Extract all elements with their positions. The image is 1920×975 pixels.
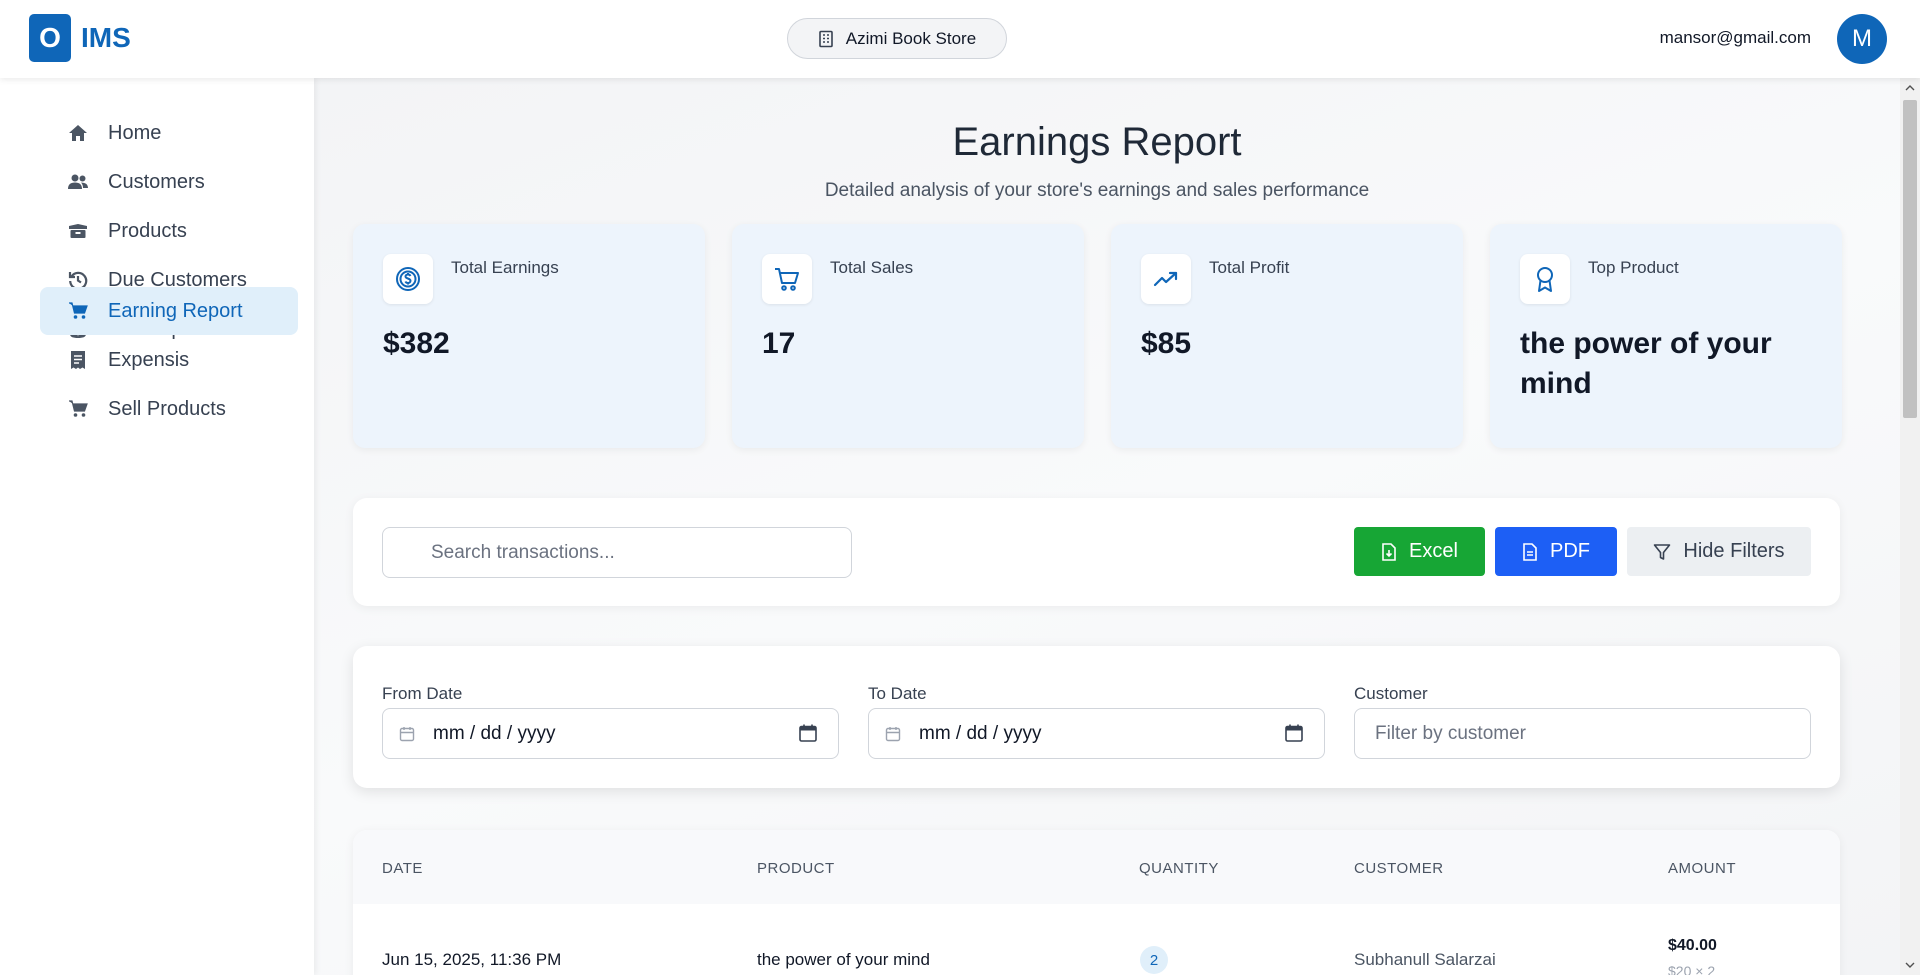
page-subtitle: Detailed analysis of your store's earnin… [824,180,1370,201]
calendar-picker-icon[interactable] [1284,723,1304,743]
stat-value: $382 [383,327,450,360]
table-header: Date Product Quantity Customer Amount [353,830,1840,904]
main-content: Earnings Report Detailed analysis of you… [314,78,1900,975]
avatar[interactable]: M [1837,14,1887,64]
sidebar-item-label: Expensis [108,348,190,371]
row-date: Jun 15, 2025, 11:36 PM [382,950,562,969]
receipt-icon [66,348,90,372]
stat-label: Total Earnings [451,258,559,277]
to-date-input[interactable]: mm / dd / yyyy [868,708,1325,759]
home-icon [66,121,90,145]
from-date-input[interactable]: mm / dd / yyyy [382,708,839,759]
stat-value: $85 [1141,327,1192,360]
row-amount-detail: $20 × 2 [1668,963,1716,975]
filter-label: Hide Filters [1683,540,1785,562]
export-pdf-button[interactable]: PDF [1495,527,1617,576]
column-header-product: Product [757,860,835,877]
column-header-quantity: Quantity [1139,860,1219,877]
file-download-icon [1382,542,1396,561]
stat-card-top-product: Top Product the power of your mind [1490,224,1842,448]
sidebar-item-label: Home [108,121,162,144]
trending-up-icon [1141,254,1191,304]
row-quantity-badge: 2 [1140,946,1168,974]
app-logo[interactable]: O IMS [29,14,131,62]
calendar-icon [885,726,901,741]
building-icon [818,30,833,47]
sidebar-item-label: Customers [108,170,205,193]
user-email: mansor@gmail.com [1659,28,1811,47]
sidebar-item-products[interactable]: Products [40,207,298,255]
column-header-customer: Customer [1354,860,1444,877]
to-date-label: To Date [868,684,927,703]
file-text-icon [1523,542,1537,561]
stat-label: Top Product [1588,258,1679,277]
sidebar-item-customers[interactable]: Customers [40,158,298,206]
vertical-scrollbar[interactable] [1900,78,1920,975]
scrollbar-thumb[interactable] [1903,100,1917,418]
logo-text: IMS [81,22,131,53]
sidebar: Home Customers Products Due Customers $ … [0,78,314,975]
toggle-filters-button[interactable]: Hide Filters [1627,527,1811,576]
search-input[interactable] [382,527,852,578]
stat-card-total-sales: Total Sales 17 [732,224,1084,448]
stat-card-total-profit: Total Profit $85 [1111,224,1463,448]
store-selector[interactable]: Azimi Book Store [787,18,1007,59]
store-name: Azimi Book Store [845,28,977,48]
calendar-picker-icon[interactable] [798,723,818,743]
customer-filter-label: Customer [1354,684,1428,703]
top-bar: O IMS Azimi Book Store mansor@gmail.com … [0,0,1920,78]
logo-badge: O [29,14,71,62]
stat-card-total-earnings: Total Earnings $382 [353,224,705,448]
shopping-cart-icon [762,254,812,304]
stat-label: Total Profit [1209,258,1290,277]
excel-label: Excel [1409,540,1458,562]
customer-filter-input[interactable]: Filter by customer [1354,708,1811,759]
sidebar-item-label: Earning Report [108,299,243,322]
from-date-value: mm / dd / yyyy [433,722,556,744]
award-icon [1520,254,1570,304]
sidebar-item-home[interactable]: Home [40,109,298,157]
export-excel-button[interactable]: Excel [1354,527,1485,576]
sidebar-item-label: Sell Products [108,397,226,420]
pdf-label: PDF [1550,540,1590,562]
to-date-value: mm / dd / yyyy [919,722,1042,744]
scroll-down-arrow-icon[interactable] [1900,955,1920,975]
toolbar: Excel PDF Hide Filters [353,498,1840,606]
filter-icon [1654,543,1671,560]
box-icon [66,219,90,243]
sidebar-item-earning-report[interactable]: Earning Report [40,287,298,335]
sidebar-item-sell-products[interactable]: Sell Products [40,385,298,433]
stat-value: the power of your mind [1520,327,1772,400]
sidebar-item-label: Products [108,219,187,242]
row-customer: Subhanull Salarzai [1354,950,1496,969]
from-date-label: From Date [382,684,463,703]
stat-label: Total Sales [830,258,914,277]
row-amount: $40.00 [1668,937,1717,954]
cart-icon [66,397,90,421]
page-title: Earnings Report [952,120,1242,164]
filters-panel: From Date mm / dd / yyyy To Date mm / dd… [353,646,1840,788]
calendar-icon [399,726,415,741]
column-header-date: Date [382,860,423,877]
sidebar-item-expensis[interactable]: Expensis [40,336,298,384]
row-product: the power of your mind [757,950,930,969]
transactions-table: Date Product Quantity Customer Amount Ju… [353,830,1840,975]
users-icon [66,170,90,194]
column-header-amount: Amount [1668,860,1736,877]
stat-value: 17 [762,327,796,360]
scroll-up-arrow-icon[interactable] [1900,78,1920,98]
customer-filter-placeholder: Filter by customer [1375,722,1526,744]
cart-icon [66,299,90,323]
dollar-circle-icon [383,254,433,304]
